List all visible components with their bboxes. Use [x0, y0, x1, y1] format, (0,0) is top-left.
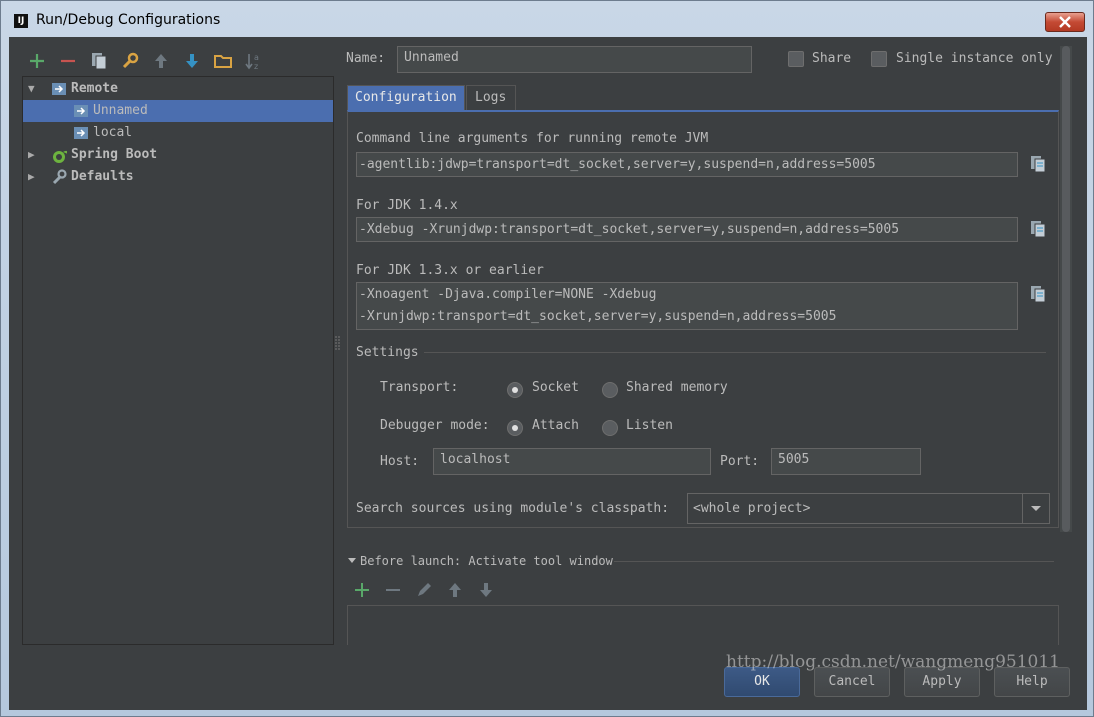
copy-icon[interactable] [89, 51, 109, 71]
cmd-args-label: Command line arguments for running remot… [356, 131, 709, 146]
intellij-app-icon: IJ [14, 14, 28, 28]
svg-text:z: z [254, 62, 258, 71]
edit-icon[interactable] [415, 581, 433, 599]
move-down-icon[interactable] [182, 51, 202, 71]
copy-to-clipboard-icon[interactable] [1028, 154, 1048, 174]
single-instance-label: Single instance only [896, 51, 1053, 66]
jdk13-field[interactable]: -Xnoagent -Djava.compiler=NONE -Xdebug -… [356, 282, 1018, 330]
tab-logs[interactable]: Logs [466, 85, 516, 111]
tab-configuration[interactable]: Configuration [347, 85, 465, 111]
before-launch-list[interactable] [347, 605, 1059, 645]
svg-text:a: a [254, 53, 259, 62]
share-label: Share [812, 51, 852, 66]
cmd-args-field[interactable]: -agentlib:jdwp=transport=dt_socket,serve… [356, 152, 1018, 177]
move-down-icon[interactable] [477, 581, 495, 599]
jdk13-value-line1: -Xnoagent -Djava.compiler=NONE -Xdebug [359, 287, 657, 302]
scrollbar-thumb[interactable] [1062, 46, 1070, 532]
collapse-triangle-icon[interactable] [347, 556, 357, 566]
remove-icon[interactable] [384, 581, 402, 599]
move-up-icon[interactable] [446, 581, 464, 599]
debugger-attach-label: Attach [532, 418, 579, 433]
jdk14-field[interactable]: -Xdebug -Xrunjdwp:transport=dt_socket,se… [356, 217, 1018, 242]
tree-item-label: Defaults [71, 169, 134, 184]
remove-icon[interactable] [58, 51, 78, 71]
expanded-arrow-icon[interactable]: ▼ [28, 78, 40, 100]
add-icon[interactable] [353, 581, 371, 599]
dropdown-arrow[interactable] [1022, 494, 1049, 523]
config-tree[interactable]: ▼ Remote Unnamed local ▶ Spring Boot ▶ D… [22, 76, 334, 645]
chevron-down-icon [1031, 506, 1041, 511]
close-icon [1059, 16, 1071, 28]
jdk14-value: -Xdebug -Xrunjdwp:transport=dt_socket,se… [359, 222, 900, 237]
debugger-mode-label: Debugger mode: [380, 418, 490, 433]
copy-to-clipboard-icon[interactable] [1028, 219, 1048, 239]
folder-icon[interactable] [213, 51, 233, 71]
classpath-dropdown[interactable]: <whole project> [687, 493, 1050, 524]
close-button[interactable] [1045, 12, 1085, 32]
add-icon[interactable] [27, 51, 47, 71]
watermark-text: http://blog.csdn.net/wangmeng951011 [726, 652, 1060, 672]
name-field[interactable]: Unnamed [397, 46, 752, 73]
before-launch-separator [614, 561, 1054, 562]
transport-shared-memory-label: Shared memory [626, 380, 728, 395]
debugger-listen-radio[interactable] [602, 420, 618, 436]
jdk14-label: For JDK 1.4.x [356, 198, 458, 213]
transport-socket-label: Socket [532, 380, 579, 395]
classpath-value: <whole project> [693, 501, 811, 516]
remote-config-icon [74, 127, 88, 139]
splitter-handle[interactable] [335, 335, 341, 351]
single-instance-checkbox[interactable] [871, 51, 887, 67]
wrench-icon [52, 169, 67, 185]
remote-config-icon [74, 105, 88, 117]
tree-item-spring-boot[interactable]: ▶ Spring Boot [23, 144, 333, 166]
dialog-content: az ▼ Remote Unnamed local ▶ Spring Boot [9, 37, 1087, 710]
jdk13-value-line2: -Xrunjdwp:transport=dt_socket,server=y,s… [359, 309, 837, 324]
transport-label: Transport: [380, 380, 459, 395]
vertical-scrollbar[interactable] [1060, 46, 1072, 532]
tree-item-local[interactable]: local [23, 122, 333, 144]
tree-item-unnamed[interactable]: Unnamed [23, 100, 333, 122]
wrench-icon[interactable] [120, 51, 140, 71]
port-field[interactable]: 5005 [771, 448, 921, 475]
share-checkbox[interactable] [788, 51, 804, 67]
tree-item-label: Unnamed [93, 103, 148, 118]
tree-item-label: Spring Boot [71, 147, 158, 162]
tree-item-label: local [93, 125, 133, 140]
settings-separator [424, 352, 1046, 353]
sort-icon[interactable]: az [244, 51, 264, 71]
title-bar: IJ Run/Debug Configurations [1, 1, 1093, 37]
name-label: Name: [346, 51, 386, 66]
remote-icon [52, 83, 66, 95]
move-up-icon[interactable] [151, 51, 171, 71]
collapsed-arrow-icon[interactable]: ▶ [28, 144, 40, 166]
classpath-label: Search sources using module's classpath: [356, 501, 670, 516]
before-launch-title[interactable]: Before launch: Activate tool window [360, 554, 613, 568]
transport-socket-radio[interactable] [507, 382, 523, 398]
collapsed-arrow-icon[interactable]: ▶ [28, 166, 40, 188]
configuration-panel: Command line arguments for running remot… [347, 110, 1059, 528]
transport-shared-memory-radio[interactable] [602, 382, 618, 398]
port-label: Port: [720, 454, 760, 469]
tree-item-defaults[interactable]: ▶ Defaults [23, 166, 333, 188]
host-label: Host: [380, 454, 420, 469]
tree-item-label: Remote [71, 81, 118, 96]
window-title: Run/Debug Configurations [36, 12, 221, 28]
jdk13-label: For JDK 1.3.x or earlier [356, 263, 544, 278]
host-field[interactable]: localhost [433, 448, 711, 475]
debugger-attach-radio[interactable] [507, 420, 523, 436]
tree-item-remote[interactable]: ▼ Remote [23, 78, 333, 100]
spring-boot-icon [53, 150, 67, 163]
settings-title: Settings [356, 345, 419, 360]
cmd-args-value: -agentlib:jdwp=transport=dt_socket,serve… [359, 157, 876, 172]
copy-to-clipboard-icon[interactable] [1028, 284, 1048, 304]
dialog-window: IJ Run/Debug Configurations a z ▼ Remote… [0, 0, 1094, 717]
debugger-listen-label: Listen [626, 418, 673, 433]
